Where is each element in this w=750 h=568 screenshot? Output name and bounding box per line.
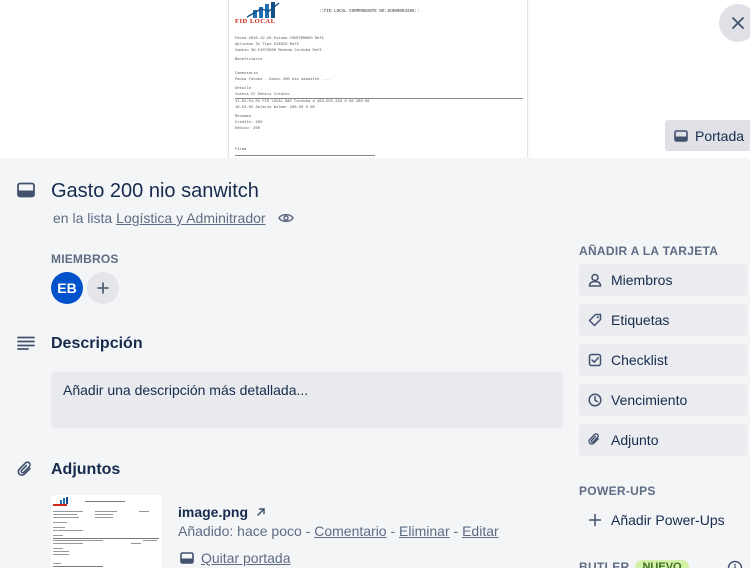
doc-line: Pausa fondos - Gasto 200 nio sanwitch ..… <box>235 78 331 82</box>
card-cover: FID LOCAL ::FID LOCAL COMPROBANTE NO:JE0… <box>0 0 750 158</box>
paperclip-icon <box>17 461 31 476</box>
butler-row: BUTLER NUEVO <box>579 560 689 568</box>
doc-rule <box>235 98 523 99</box>
cover-button-label: Portada <box>695 127 745 144</box>
close-icon <box>732 17 744 29</box>
card-cover-icon <box>674 129 688 142</box>
comment-link[interactable]: Comentario <box>314 523 386 539</box>
remove-cover-link[interactable]: Quitar portada <box>180 550 291 566</box>
doc-line: 11-01-01-01 FID LOCAL BAC Cordoba # 363-… <box>235 100 370 104</box>
due-date-button-label: Vencimiento <box>611 392 688 408</box>
person-icon <box>588 273 602 287</box>
doc-line: Firma <box>235 148 247 152</box>
remove-cover-label: Quitar portada <box>201 550 291 566</box>
card-cover-icon <box>180 552 194 564</box>
doc-line: Detalle <box>235 87 251 91</box>
doc-line: Resumen <box>235 115 251 119</box>
members-heading: MIEMBROS <box>51 252 119 266</box>
add-powerups-button[interactable]: Añadir Power-Ups <box>579 504 747 536</box>
attachment-meta: Añadido: hace poco - Comentario - Elimin… <box>178 523 499 539</box>
doc-line: Debito: 200 <box>235 127 261 131</box>
close-button[interactable] <box>719 4 750 42</box>
doc-line: Beneficiario <box>235 58 263 62</box>
clock-icon <box>588 393 602 407</box>
delete-link[interactable]: Eliminar <box>399 523 450 539</box>
cover-button[interactable]: Portada <box>665 120 750 151</box>
plus-icon <box>588 513 602 527</box>
description-icon <box>17 336 35 350</box>
doc-line: Cambio 36.51072000 Moneda Cordoba Ref3 <box>235 49 322 53</box>
list-prefix: en la lista <box>53 210 113 226</box>
attachments-title: Adjuntos <box>51 461 121 478</box>
open-external-icon[interactable] <box>256 507 266 517</box>
attachment-button[interactable]: Adjunto <box>579 424 747 456</box>
checkbox-icon <box>588 353 602 367</box>
members-button[interactable]: Miembros <box>579 264 747 296</box>
plus-icon <box>97 282 109 294</box>
paperclip-icon <box>588 433 599 445</box>
list-location: en la lista Logística y Adminitrador <box>53 210 294 226</box>
attachment-preview <box>51 495 162 568</box>
list-link[interactable]: Logística y Adminitrador <box>116 210 265 226</box>
butler-heading: BUTLER <box>579 560 630 568</box>
doc-line: 16-54-05 Salario Wilmer 200.00 0.00 <box>235 106 315 110</box>
new-badge: NUEVO <box>635 560 689 568</box>
doc-line: Credito: 200 <box>235 121 263 125</box>
separator: - <box>449 523 463 539</box>
info-icon[interactable] <box>727 560 743 568</box>
add-to-card-heading: AÑADIR A LA TARJETA <box>579 244 719 258</box>
attachment-button-label: Adjunto <box>611 432 659 448</box>
cover-image[interactable]: FID LOCAL ::FID LOCAL COMPROBANTE NO:JE0… <box>228 0 528 158</box>
checklist-button[interactable]: Checklist <box>579 344 747 376</box>
checklist-button-label: Checklist <box>611 352 668 368</box>
doc-rule <box>235 155 375 156</box>
description-title: Descripción <box>51 335 143 352</box>
members-button-label: Miembros <box>611 272 673 288</box>
card-title[interactable]: Gasto 200 nio sanwitch <box>51 180 259 203</box>
document-title: ::FID LOCAL COMPROBANTE NO:JE000003286:: <box>319 10 420 14</box>
edit-link[interactable]: Editar <box>462 523 499 539</box>
doc-line: Comentario <box>235 72 258 76</box>
due-date-button[interactable]: Vencimiento <box>579 384 747 416</box>
doc-line: Aplicado Si Tipo DIARIO Ref2 <box>235 43 299 47</box>
add-powerups-label: Añadir Power-Ups <box>611 512 725 528</box>
attachment-added: Añadido: hace poco - <box>178 523 315 539</box>
attachment-name: image.png <box>178 504 266 520</box>
separator: - <box>386 523 400 539</box>
attachment-filename[interactable]: image.png <box>178 504 248 520</box>
powerups-heading: POWER-UPS <box>579 484 656 498</box>
doc-line: Cuenta CC Debito Credito <box>235 93 290 97</box>
doc-line: Fecha 2020-12-28 Estado CONFIRMADO Ref1 <box>235 37 324 41</box>
tag-icon <box>588 313 602 327</box>
avatar[interactable]: EB <box>51 272 83 304</box>
logo-text: FID LOCAL <box>235 18 276 25</box>
description-field[interactable]: Añadir una descripción más detallada... <box>51 372 563 428</box>
eye-icon[interactable] <box>277 212 294 224</box>
add-member-button[interactable] <box>87 272 119 304</box>
attachment-thumbnail[interactable] <box>51 495 162 568</box>
labels-button-label: Etiquetas <box>611 312 670 328</box>
labels-button[interactable]: Etiquetas <box>579 304 747 336</box>
card-icon <box>17 182 35 198</box>
